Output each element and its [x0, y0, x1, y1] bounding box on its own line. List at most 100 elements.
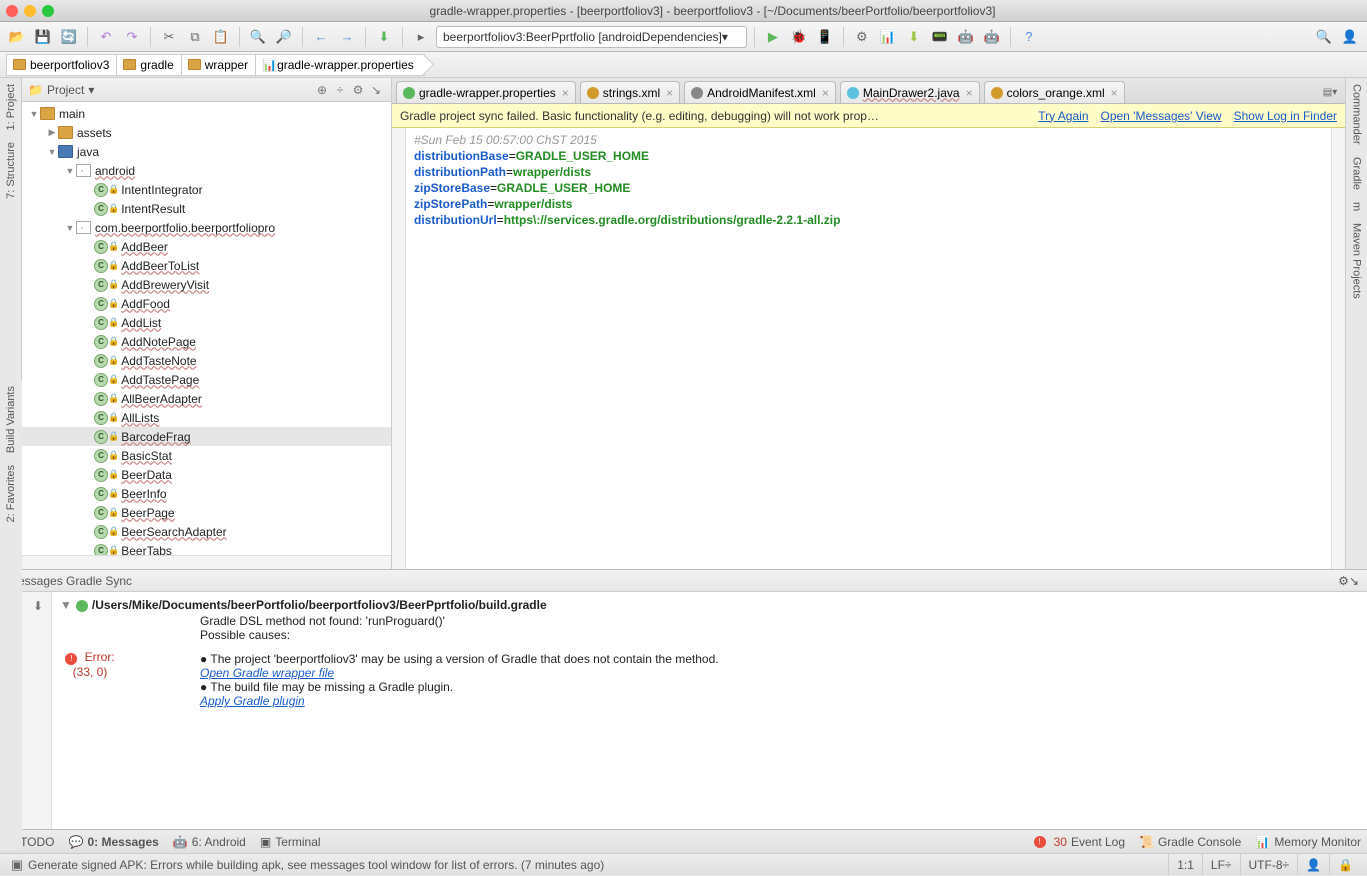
android2-button[interactable]: 🤖 — [981, 26, 1003, 48]
android-button[interactable]: 🤖 — [955, 26, 977, 48]
tree-item[interactable]: C🔒AddTastePage — [22, 370, 391, 389]
back-button[interactable]: ← — [310, 26, 332, 48]
open-button[interactable]: 📂 — [6, 26, 28, 48]
editor-tab[interactable]: AndroidManifest.xml× — [684, 81, 836, 103]
messages-content[interactable]: ▼ /Users/Mike/Documents/beerPortfolio/be… — [52, 592, 1367, 829]
close-tab-icon[interactable]: × — [1111, 86, 1118, 100]
minimize-window-button[interactable] — [24, 5, 36, 17]
sdk-button[interactable]: ⬇ — [903, 26, 925, 48]
redo-button[interactable]: ↷ — [121, 26, 143, 48]
gradle-sync-button[interactable]: ⚙ — [851, 26, 873, 48]
dock-tab[interactable]: Build Variants — [3, 380, 19, 459]
tree-item[interactable]: C🔒BeerData — [22, 465, 391, 484]
search-everywhere-button[interactable]: 🔍 — [1313, 26, 1335, 48]
copy-button[interactable]: ⧉ — [184, 26, 206, 48]
editor-tab[interactable]: colors_orange.xml× — [984, 81, 1125, 103]
user-button[interactable]: 👤 — [1339, 26, 1361, 48]
close-window-button[interactable] — [6, 5, 18, 17]
tree-item[interactable]: C🔒BasicStat — [22, 446, 391, 465]
encoding[interactable]: UTF-8 ÷ — [1240, 854, 1298, 875]
replace-button[interactable]: 🔎 — [273, 26, 295, 48]
run-button[interactable]: ▶ — [762, 26, 784, 48]
tree-item[interactable]: ▼com.beerportfolio.beerportfoliopro — [22, 218, 391, 237]
save-button[interactable]: 💾 — [32, 26, 54, 48]
tree-item[interactable]: ▼main — [22, 104, 391, 123]
avd-button[interactable]: 📊 — [877, 26, 899, 48]
hide-button[interactable]: ↘ — [367, 83, 385, 97]
try-again-link[interactable]: Try Again — [1038, 109, 1088, 123]
tree-item[interactable]: C🔒AllLists — [22, 408, 391, 427]
dock-tab[interactable]: Maven Projects — [1349, 217, 1365, 305]
debug-button[interactable]: 🐞 — [788, 26, 810, 48]
tree-item[interactable]: C🔒AddList — [22, 313, 391, 332]
settings-button[interactable]: ⚙ — [349, 83, 367, 97]
messages-hide-button[interactable]: ↘ — [1349, 574, 1359, 588]
breadcrumb-item[interactable]: wrapper — [181, 54, 259, 76]
run-dropdown-icon[interactable]: ▸ — [410, 26, 432, 48]
event-log-tab[interactable]: !30 Event Log — [1034, 835, 1125, 849]
tree-item[interactable]: C🔒BarcodeFrag — [22, 427, 391, 446]
close-tab-icon[interactable]: × — [966, 86, 973, 100]
tree-item[interactable]: C🔒BeerSearchAdapter — [22, 522, 391, 541]
dock-tab[interactable]: Gradle — [1349, 151, 1365, 196]
tree-item[interactable]: C🔒BeerPage — [22, 503, 391, 522]
tree-item[interactable]: C🔒AddBeer — [22, 237, 391, 256]
tree-item[interactable]: C🔒IntentIntegrator — [22, 180, 391, 199]
paste-button[interactable]: 📋 — [210, 26, 232, 48]
gradle-console-tab[interactable]: 📜 Gradle Console — [1139, 835, 1241, 849]
breadcrumb-item[interactable]: gradle — [116, 54, 184, 76]
code-area[interactable]: #Sun Feb 15 00:57:00 ChST 2015distributi… — [406, 128, 1331, 569]
memory-monitor-tab[interactable]: 📊 Memory Monitor — [1255, 835, 1361, 849]
messages-tab[interactable]: 💬 0: Messages — [69, 835, 159, 849]
breadcrumb-item[interactable]: beerportfoliov3 — [6, 54, 120, 76]
line-ending[interactable]: LF ÷ — [1202, 854, 1240, 875]
monitor-button[interactable]: 📟 — [929, 26, 951, 48]
filter5-button[interactable]: ⬇ — [28, 596, 48, 616]
sync-button[interactable]: 🔄 — [58, 26, 80, 48]
tree-item[interactable]: C🔒AllBeerAdapter — [22, 389, 391, 408]
tree-item[interactable]: C🔒IntentResult — [22, 199, 391, 218]
tree-item[interactable]: C🔒AddBreweryVisit — [22, 275, 391, 294]
tree-item[interactable]: C🔒BeerInfo — [22, 484, 391, 503]
scroll-to-source-button[interactable]: ⊕ — [313, 83, 331, 97]
messages-settings-button[interactable]: ⚙ — [1338, 574, 1349, 588]
android-tab[interactable]: 🤖 6: Android — [173, 835, 246, 849]
editor-content[interactable]: #Sun Feb 15 00:57:00 ChST 2015distributi… — [392, 128, 1345, 569]
zoom-window-button[interactable] — [42, 5, 54, 17]
tree-item[interactable]: C🔒AddBeerToList — [22, 256, 391, 275]
project-tree[interactable]: ▼main▶assets▼java▼androidC🔒IntentIntegra… — [22, 102, 391, 555]
lock-icon[interactable]: 🔒 — [1329, 854, 1361, 875]
attach-debugger-button[interactable]: 📱 — [814, 26, 836, 48]
breadcrumb-item[interactable]: 📊 gradle-wrapper.properties — [255, 54, 425, 76]
dock-tab[interactable]: 7: Structure — [3, 136, 19, 205]
run-config-selector[interactable]: beerportfoliov3:BeerPprtfolio [androidDe… — [436, 26, 747, 48]
tree-item[interactable]: C🔒AddNotePage — [22, 332, 391, 351]
terminal-tab[interactable]: ▣ Terminal — [260, 835, 321, 849]
tree-item[interactable]: ▶assets — [22, 123, 391, 142]
undo-button[interactable]: ↶ — [95, 26, 117, 48]
editor-tab[interactable]: gradle-wrapper.properties× — [396, 81, 576, 103]
editor-tab[interactable]: MainDrawer2.java× — [840, 81, 980, 103]
open-wrapper-link[interactable]: Open Gradle wrapper file — [200, 666, 334, 680]
close-tab-icon[interactable]: × — [666, 86, 673, 100]
status-icon[interactable]: ▣ — [6, 854, 28, 876]
close-tab-icon[interactable]: × — [822, 86, 829, 100]
open-messages-link[interactable]: Open 'Messages' View — [1101, 109, 1222, 123]
show-log-link[interactable]: Show Log in Finder — [1234, 109, 1337, 123]
dock-tab[interactable]: 1: Project — [3, 78, 19, 136]
tree-item[interactable]: C🔒AddFood — [22, 294, 391, 313]
collapse-all-button[interactable]: ÷ — [331, 83, 349, 97]
tree-item[interactable]: ▼android — [22, 161, 391, 180]
tree-item[interactable]: ▼java — [22, 142, 391, 161]
tree-item[interactable]: C🔒AddTasteNote — [22, 351, 391, 370]
close-tab-icon[interactable]: × — [562, 86, 569, 100]
inspection-icon[interactable]: 👤 — [1297, 854, 1329, 875]
editor-tab[interactable]: strings.xml× — [580, 81, 680, 103]
caret-position[interactable]: 1:1 — [1168, 854, 1202, 875]
help-button[interactable]: ? — [1018, 26, 1040, 48]
tree-item[interactable]: C🔒BeerTabs — [22, 541, 391, 555]
dock-tab[interactable]: Commander — [1349, 78, 1365, 151]
forward-button[interactable]: → — [336, 26, 358, 48]
tabs-overflow-button[interactable]: ▤▾ — [1319, 81, 1341, 103]
cut-button[interactable]: ✂ — [158, 26, 180, 48]
